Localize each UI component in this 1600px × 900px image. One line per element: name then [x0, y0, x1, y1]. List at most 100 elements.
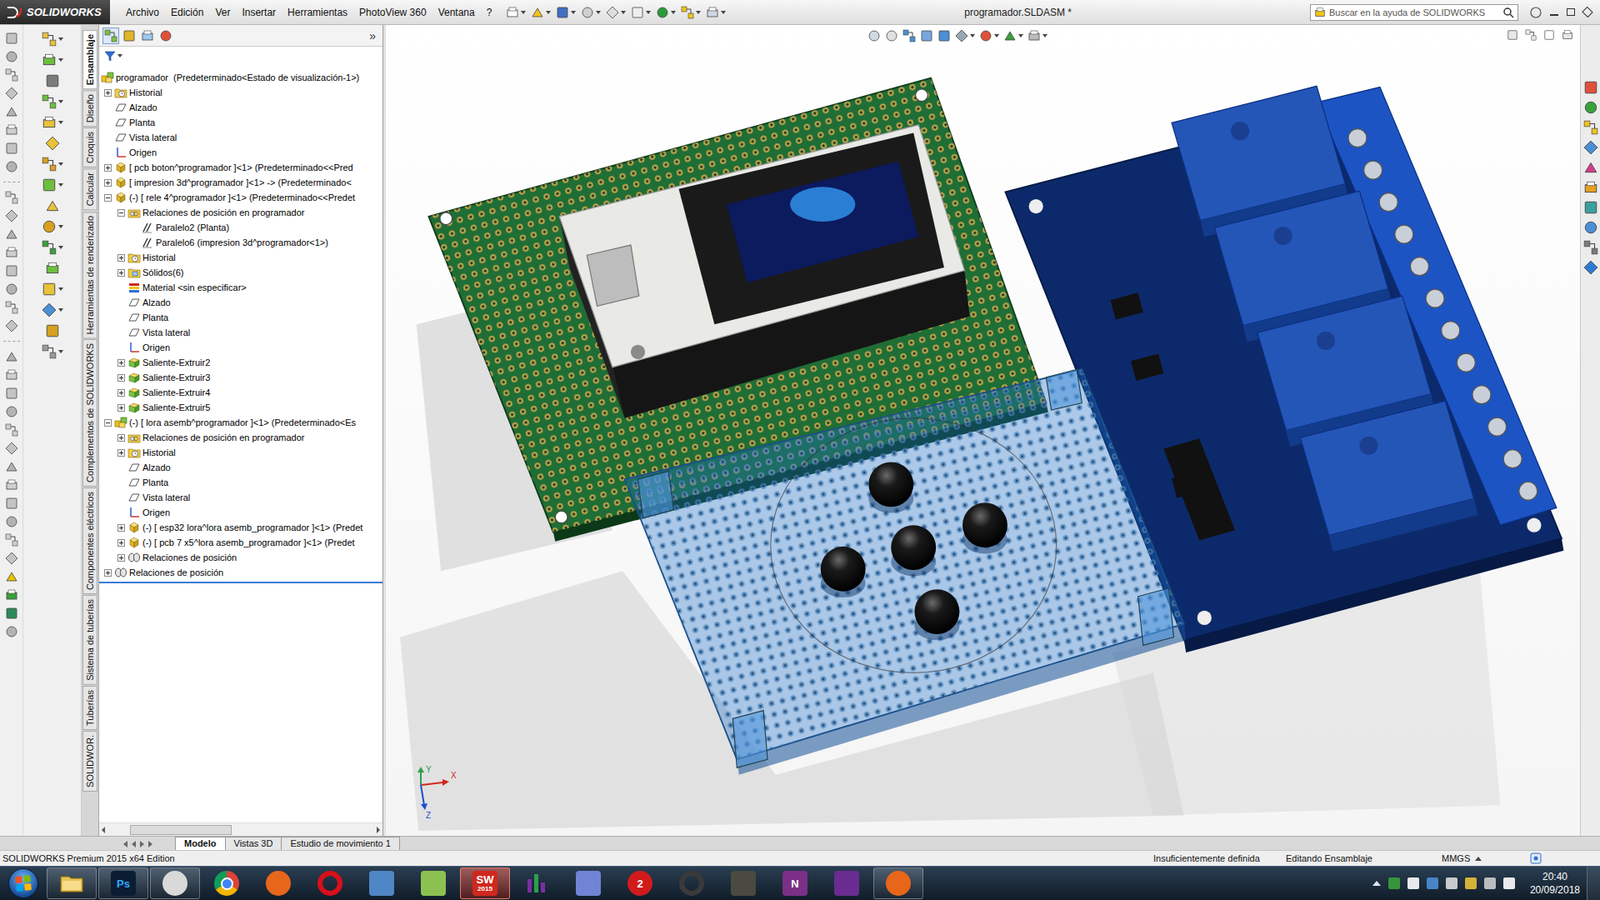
task-pane-icon[interactable] — [1583, 180, 1599, 195]
tool-icon[interactable] — [5, 282, 19, 296]
dropdown-caret[interactable] — [58, 100, 64, 104]
toolbar-button[interactable] — [41, 115, 64, 130]
view-tool-button[interactable] — [885, 29, 899, 43]
tool-icon[interactable] — [705, 5, 720, 20]
menu-item[interactable]: ? — [480, 0, 499, 25]
dropdown-caret[interactable] — [58, 162, 64, 166]
tree-expander[interactable] — [117, 539, 125, 547]
round-app-icon[interactable] — [162, 870, 188, 896]
task-pane-icon[interactable] — [1583, 140, 1599, 155]
menu-item[interactable]: Ver — [209, 0, 236, 25]
show-desktop-button[interactable] — [1586, 866, 1600, 900]
dropdown-caret[interactable] — [570, 10, 576, 15]
graphics-area[interactable]: XYZ — [385, 25, 1580, 836]
dropdown-caret[interactable] — [720, 10, 726, 15]
square-app-icon[interactable] — [834, 870, 860, 896]
menu-item[interactable]: Ventana — [432, 0, 481, 25]
panel-tab[interactable] — [139, 27, 156, 45]
taskbar-app[interactable] — [873, 867, 924, 900]
push-button[interactable] — [890, 525, 936, 576]
tool-icon[interactable] — [5, 368, 19, 382]
tool-icon[interactable] — [140, 29, 155, 43]
toolbar-button[interactable] — [45, 135, 60, 151]
tree-item[interactable]: Historial — [99, 85, 383, 100]
viewport-control-icon[interactable] — [1525, 29, 1537, 41]
tool-icon[interactable] — [41, 31, 57, 47]
chart-app-icon[interactable] — [524, 870, 550, 896]
tool-icon[interactable] — [5, 319, 19, 333]
tree-item[interactable]: Paralelo6 (impresion 3d^programador<1>) — [99, 235, 383, 250]
toolbar-button[interactable] — [41, 177, 64, 193]
filter-row[interactable] — [99, 46, 383, 65]
toolbar-button[interactable] — [41, 219, 64, 235]
tool-icon[interactable] — [45, 135, 60, 151]
taskbar-app[interactable] — [666, 867, 717, 900]
dropdown-caret[interactable] — [620, 10, 626, 15]
tool-icon[interactable] — [5, 141, 19, 155]
tool-icon[interactable] — [655, 5, 670, 20]
prev-tab-arrow[interactable] — [131, 840, 136, 848]
tree-item[interactable]: Relaciones de posición en programador — [99, 205, 383, 220]
menu-item[interactable]: PhotoView 360 — [353, 0, 433, 25]
push-button[interactable] — [868, 461, 914, 513]
view-tool-button[interactable] — [1003, 29, 1024, 43]
scroll-right-button[interactable] — [376, 826, 380, 834]
start-button[interactable] — [7, 867, 39, 899]
dropdown-caret[interactable] — [994, 34, 1000, 38]
view-tool-button[interactable] — [920, 29, 934, 43]
tool-icon[interactable] — [41, 281, 57, 297]
dropdown-caret[interactable] — [645, 10, 651, 15]
tree-item[interactable]: Historial — [99, 445, 383, 460]
tool-icon[interactable] — [5, 31, 19, 45]
relay[interactable] — [1300, 400, 1478, 552]
square-app-icon[interactable] — [575, 870, 601, 896]
task-pane-icon[interactable] — [1583, 200, 1599, 215]
tool-icon[interactable] — [5, 209, 19, 223]
tool-icon[interactable] — [680, 5, 695, 20]
scroll-left-button[interactable] — [101, 826, 105, 834]
view-tool-button[interactable] — [937, 29, 951, 43]
tray-icon[interactable] — [1388, 877, 1400, 890]
toolbar-button[interactable] — [41, 302, 64, 318]
tool-icon[interactable] — [159, 29, 173, 43]
tree-item[interactable]: Vista lateral — [99, 325, 383, 340]
dropdown-caret[interactable] — [1018, 34, 1024, 38]
taskbar-app[interactable] — [253, 867, 304, 900]
taskbar-app[interactable] — [201, 867, 252, 900]
dropdown-caret[interactable] — [58, 37, 64, 41]
tree-expander[interactable] — [117, 374, 125, 382]
viewport-control-icon[interactable] — [1561, 29, 1574, 41]
tool-icon[interactable] — [530, 5, 545, 20]
model-view[interactable] — [385, 25, 1580, 836]
expand-panel-button[interactable]: » — [365, 29, 380, 43]
round-app-icon[interactable]: 2 — [627, 870, 653, 896]
tool-icon[interactable] — [41, 94, 57, 110]
bottom-tab[interactable]: Vistas 3D — [225, 836, 283, 850]
toolbar-button[interactable] — [41, 94, 64, 110]
dropdown-caret[interactable] — [1042, 34, 1048, 38]
minimize-button[interactable] — [1550, 14, 1559, 16]
view-tool-button[interactable] — [1027, 29, 1048, 43]
command-tab[interactable]: Calcular — [82, 168, 98, 210]
tool-icon[interactable] — [122, 29, 136, 43]
tool-icon[interactable] — [5, 227, 19, 241]
tree-item[interactable]: programador (Predeterminado<Estado de vi… — [99, 70, 383, 85]
toolbar-button[interactable] — [705, 5, 726, 20]
tool-icon[interactable] — [41, 240, 57, 255]
next-tab-arrow[interactable] — [140, 840, 145, 848]
task-pane-icon[interactable] — [1583, 160, 1599, 175]
task-pane-icon[interactable] — [1583, 100, 1599, 115]
bottom-tab[interactable]: Modelo — [175, 836, 226, 850]
tool-icon[interactable] — [867, 29, 881, 43]
tree-item[interactable]: Origen — [99, 340, 383, 355]
tool-icon[interactable] — [5, 423, 19, 437]
push-button[interactable] — [914, 589, 960, 640]
tree-item[interactable]: [ pcb boton^programador ]<1> (Predetermi… — [99, 160, 383, 175]
menu-item[interactable]: Archivo — [120, 0, 165, 25]
taskbar-app[interactable] — [563, 867, 614, 900]
tree-expander[interactable] — [104, 194, 112, 202]
ring-app-icon[interactable] — [317, 870, 343, 896]
tool-icon[interactable] — [5, 441, 19, 455]
toolbar-button[interactable] — [45, 323, 60, 339]
menu-item[interactable]: Insertar — [235, 0, 282, 25]
